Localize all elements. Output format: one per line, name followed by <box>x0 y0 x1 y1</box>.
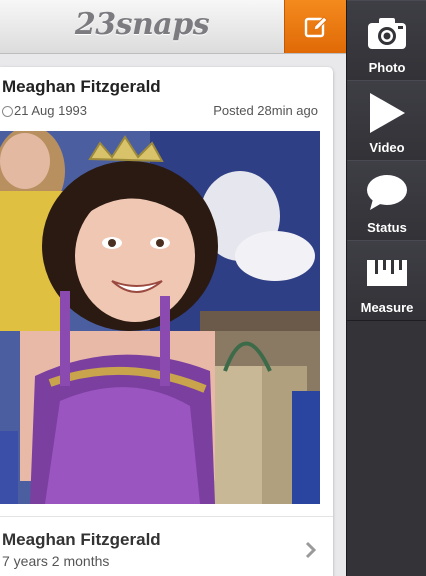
speech-bubble-icon <box>367 175 407 210</box>
card-posted-time: Posted 28min ago <box>213 103 318 118</box>
toolbar-status-button[interactable]: Status <box>347 160 426 241</box>
card-meta: 21 Aug 1993 Posted 28min ago <box>0 103 320 121</box>
footer-child-age: 7 years 2 months <box>2 553 110 569</box>
timeline-card: Meaghan Fitzgerald 21 Aug 1993 Posted 28… <box>0 67 333 576</box>
toolbar-video-button[interactable]: Video <box>347 80 426 161</box>
clock-icon <box>2 106 13 117</box>
card-child-name: Meaghan Fitzgerald <box>2 77 161 96</box>
compose-button[interactable] <box>284 0 346 53</box>
toolbar-status-label: Status <box>367 220 407 235</box>
play-icon <box>370 93 405 133</box>
chevron-right-icon <box>305 541 317 559</box>
toolbar-video-label: Video <box>369 140 405 155</box>
child-profile-row[interactable]: Meaghan Fitzgerald 7 years 2 months <box>0 517 333 576</box>
snap-photo[interactable] <box>0 131 320 504</box>
toolbar-photo-button[interactable]: Photo <box>347 0 426 81</box>
camera-icon <box>368 18 406 49</box>
footer-child-name: Meaghan Fitzgerald <box>2 530 161 549</box>
ruler-icon <box>367 260 407 286</box>
app-logo: 23snaps <box>74 7 210 42</box>
compose-icon <box>304 15 328 37</box>
app-header: 23snaps <box>0 0 346 54</box>
toolbar-measure-label: Measure <box>360 300 414 315</box>
main-pane: 23snaps Meaghan Fitzgerald 21 Aug 1993 P… <box>0 0 346 576</box>
right-toolbar: Photo Video Status Measure <box>346 0 426 576</box>
toolbar-measure-button[interactable]: Measure <box>347 240 426 321</box>
toolbar-photo-label: Photo <box>368 60 406 75</box>
card-date: 21 Aug 1993 <box>14 103 88 118</box>
